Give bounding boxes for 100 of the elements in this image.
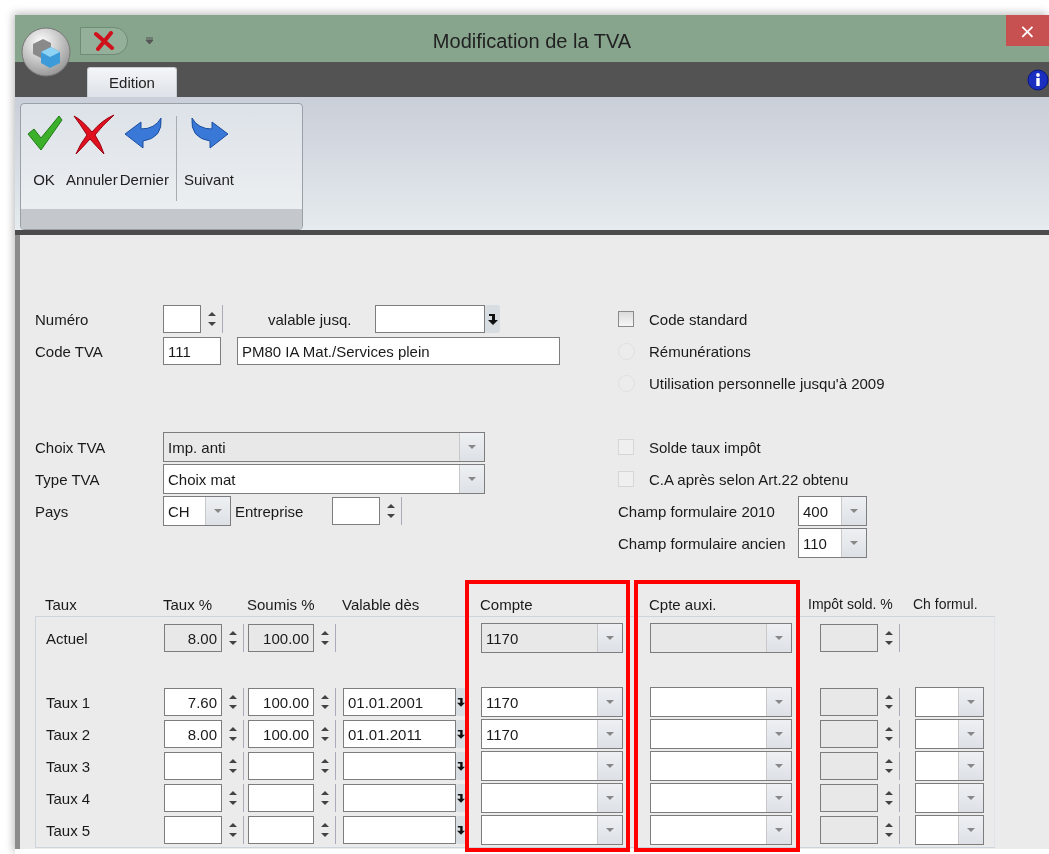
rate-field[interactable]: 100.00 — [248, 624, 314, 652]
column-header: Impôt sold. % — [808, 596, 894, 612]
date-picker-button[interactable] — [456, 816, 466, 844]
combo-box[interactable] — [481, 815, 623, 845]
up-down-arrows-icon — [386, 504, 395, 518]
column-header: Compte — [480, 595, 534, 613]
field-label: Choix TVA — [35, 438, 107, 456]
rate-field[interactable] — [164, 784, 222, 812]
ribbon-tab[interactable]: Edition — [87, 67, 177, 97]
combo-box[interactable] — [481, 783, 623, 813]
radio-label: Rémunérations — [649, 342, 751, 360]
rate-field[interactable] — [164, 816, 222, 844]
number-field[interactable] — [163, 305, 201, 333]
down-arrow-icon — [457, 728, 465, 740]
field-label: Champ formulaire ancien — [618, 534, 787, 552]
rate-field[interactable]: 100.00 — [248, 720, 314, 748]
combo-box[interactable]: 1170 — [481, 687, 623, 717]
combo-box[interactable]: 110 — [798, 528, 867, 558]
checkbox[interactable] — [618, 311, 634, 327]
combo-box[interactable] — [650, 719, 792, 749]
column-header: Taux — [45, 595, 78, 613]
date-picker-button[interactable] — [485, 305, 500, 333]
up-down-arrows-icon — [228, 631, 237, 645]
cancel-button[interactable] — [80, 27, 128, 55]
up-down-arrows-icon — [320, 759, 329, 773]
number-field[interactable] — [820, 816, 878, 844]
caret-icon[interactable] — [145, 37, 154, 45]
ribbon-button[interactable]: Suivant — [182, 108, 235, 188]
row-label: Taux 3 — [46, 757, 92, 775]
rate-field[interactable] — [164, 752, 222, 780]
date-picker-button[interactable] — [456, 752, 466, 780]
up-down-arrows-icon — [228, 791, 237, 805]
up-down-arrows-icon — [207, 312, 216, 326]
code-field[interactable]: 111 — [163, 337, 221, 365]
date-field[interactable]: 01.01.2001 — [343, 688, 456, 716]
combo-box[interactable] — [915, 815, 984, 845]
description-field[interactable]: PM80 IA Mat./Services plein — [237, 337, 560, 365]
info-icon[interactable] — [1027, 69, 1049, 91]
field-label: Pays — [35, 502, 70, 520]
rate-field[interactable] — [248, 784, 314, 812]
down-arrow-icon — [457, 696, 465, 708]
up-down-arrows-icon — [884, 823, 893, 837]
ribbon-button[interactable]: Annuler — [65, 108, 119, 188]
number-field[interactable] — [820, 720, 878, 748]
rate-field[interactable]: 8.00 — [164, 720, 222, 748]
number-field[interactable] — [820, 752, 878, 780]
number-field[interactable] — [820, 624, 878, 652]
combo-box[interactable] — [915, 719, 984, 749]
combo-box[interactable]: 400 — [798, 496, 867, 526]
up-down-arrows-icon — [320, 823, 329, 837]
date-picker-button[interactable] — [456, 720, 466, 748]
combo-box[interactable]: 1170 — [481, 719, 623, 749]
date-field[interactable] — [343, 816, 456, 844]
rate-field[interactable]: 7.60 — [164, 688, 222, 716]
combo-box[interactable] — [650, 687, 792, 717]
down-arrow-icon — [457, 824, 465, 836]
date-field[interactable] — [375, 305, 485, 333]
date-picker-button[interactable] — [456, 784, 466, 812]
up-down-arrows-icon — [228, 727, 237, 741]
up-down-arrows-icon — [320, 791, 329, 805]
combo-box[interactable]: Choix mat — [163, 464, 485, 494]
number-field[interactable] — [820, 688, 878, 716]
date-picker-button[interactable] — [456, 688, 466, 716]
up-down-arrows-icon — [320, 631, 329, 645]
column-header: Ch formul. — [913, 596, 979, 612]
field-label: Numéro — [35, 310, 90, 328]
number-field[interactable] — [820, 784, 878, 812]
combo-box[interactable] — [650, 783, 792, 813]
up-down-arrows-icon — [320, 695, 329, 709]
close-button[interactable]: × — [1006, 15, 1049, 46]
combo-box[interactable] — [650, 751, 792, 781]
up-down-arrows-icon — [228, 823, 237, 837]
up-down-arrows-icon — [320, 727, 329, 741]
combo-box[interactable] — [650, 623, 792, 653]
combo-box[interactable] — [915, 783, 984, 813]
window-title: Modification de la TVA — [431, 30, 633, 53]
rate-field[interactable] — [248, 816, 314, 844]
rate-field[interactable]: 100.00 — [248, 688, 314, 716]
date-field[interactable] — [343, 784, 456, 812]
combo-box[interactable] — [481, 751, 623, 781]
column-header: Cpte auxi. — [649, 595, 718, 613]
field-label: Champ formulaire 2010 — [618, 502, 776, 520]
combo-box[interactable]: CH — [163, 496, 231, 526]
date-field[interactable] — [343, 752, 456, 780]
field-label: valable jusq. — [268, 310, 353, 328]
combo-box[interactable] — [650, 815, 792, 845]
ribbon-button[interactable]: OK — [23, 108, 65, 188]
combo-box[interactable] — [915, 751, 984, 781]
up-down-arrows-icon — [884, 727, 893, 741]
rate-field[interactable]: 8.00 — [164, 624, 222, 652]
up-down-arrows-icon — [228, 695, 237, 709]
up-down-arrows-icon — [884, 791, 893, 805]
number-field[interactable] — [332, 497, 380, 525]
date-field[interactable]: 01.01.2011 — [343, 720, 456, 748]
rate-field[interactable] — [248, 752, 314, 780]
field-label: Type TVA — [35, 470, 101, 488]
combo-box[interactable]: 1170 — [481, 623, 623, 653]
column-header: Valable dès — [342, 595, 421, 613]
ribbon-button[interactable]: Dernier — [118, 108, 170, 188]
combo-box[interactable] — [915, 687, 984, 717]
